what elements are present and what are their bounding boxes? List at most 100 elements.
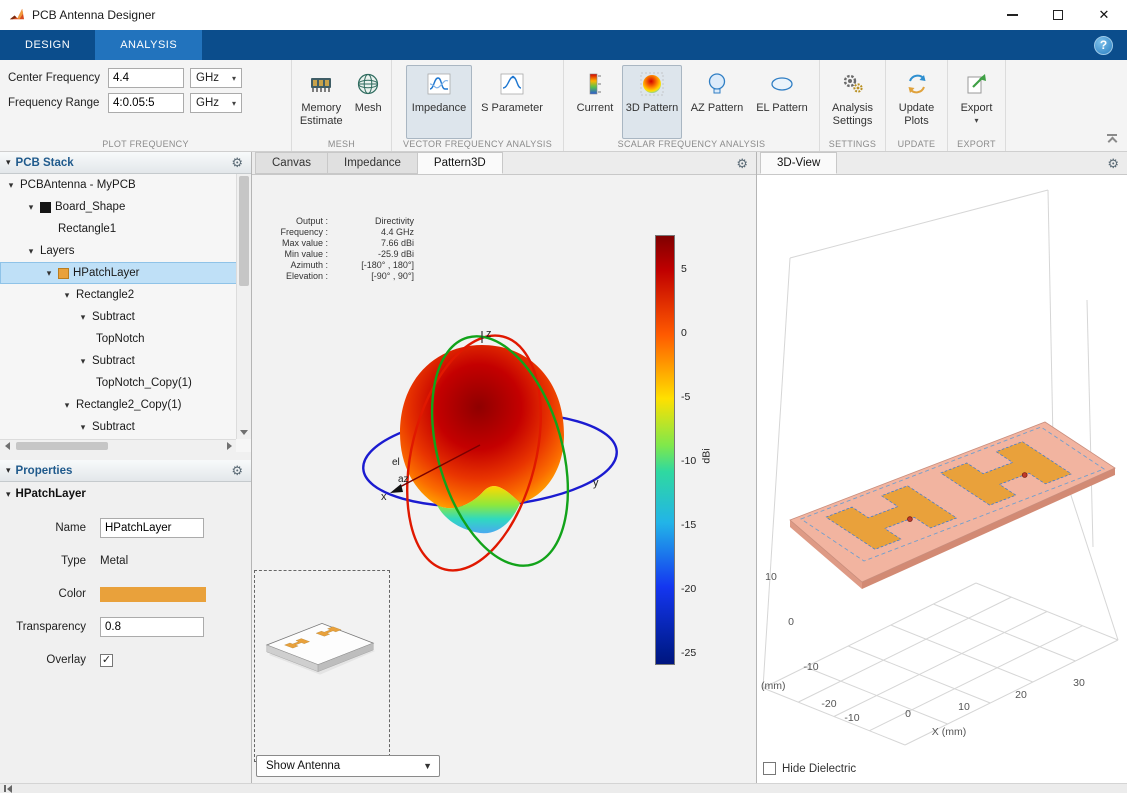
az-pattern-button[interactable]: AZ Pattern [685, 65, 749, 139]
center-frequency-label: Center Frequency [8, 72, 102, 84]
scroll-right-button[interactable] [222, 440, 236, 452]
update-plots-button[interactable]: Update Plots [891, 65, 943, 139]
main-area: ▾ PCB Stack ⚙ ▾ PCBAntenna - MyPCB ▾ Boa… [0, 152, 1127, 783]
hide-dielectric-control: Hide Dielectric [763, 762, 856, 775]
scroll-left-button[interactable] [0, 440, 14, 452]
tab-impedance[interactable]: Impedance [328, 152, 418, 174]
properties-title: Properties [16, 465, 73, 477]
section-mesh: Memory Estimate Mesh MESH [292, 60, 392, 151]
check-icon: ✓ [102, 655, 111, 666]
maximize-button[interactable] [1035, 0, 1081, 30]
collapse-ribbon-button[interactable] [1107, 134, 1117, 145]
show-antenna-dropdown[interactable]: Show Antenna ▼ [256, 755, 440, 777]
color-swatch[interactable] [100, 587, 206, 602]
tree-vertical-scrollbar[interactable] [236, 174, 251, 439]
tree-item-subtract-2[interactable]: ▾ Subtract [0, 350, 251, 372]
tree-horizontal-scrollbar[interactable] [0, 439, 236, 452]
tab-analysis[interactable]: ANALYSIS [95, 30, 202, 60]
caret-down-icon[interactable]: ▾ [26, 246, 36, 257]
y-tick-label: 0 [788, 616, 794, 628]
tree-item-subtract-3[interactable]: ▾ Subtract [0, 416, 251, 438]
center-frequency-input[interactable] [108, 68, 184, 88]
caret-down-icon[interactable]: ▾ [78, 356, 88, 367]
frequency-range-label: Frequency Range [8, 97, 102, 109]
tab-design[interactable]: DESIGN [0, 30, 95, 60]
el-pattern-button[interactable]: EL Pattern [752, 65, 812, 139]
transparency-input[interactable] [100, 617, 204, 637]
properties-layer-subheader[interactable]: ▾ HPatchLayer [0, 482, 251, 506]
center-frequency-unit-dropdown[interactable]: GHz ▾ [190, 68, 242, 88]
s-parameter-button[interactable]: S Parameter [475, 65, 549, 139]
export-button[interactable]: Export ▾ [953, 65, 1001, 139]
pattern3d-plot[interactable]: z x y el az [352, 323, 632, 593]
memory-estimate-button[interactable]: Memory Estimate [296, 65, 346, 139]
overlay-checkbox[interactable]: ✓ [100, 654, 113, 667]
caret-down-icon[interactable]: ▾ [44, 268, 54, 279]
section-export: Export ▾ EXPORT [948, 60, 1006, 151]
name-input[interactable] [100, 518, 204, 538]
window-title: PCB Antenna Designer [32, 8, 155, 22]
caret-down-icon[interactable]: ▾ [62, 290, 72, 301]
minimize-button[interactable] [989, 0, 1035, 30]
caret-down-icon[interactable]: ▾ [78, 422, 88, 433]
ribbon-filler [1006, 60, 1127, 151]
scroll-down-button[interactable] [237, 426, 251, 439]
tree-item-pcbantenna[interactable]: ▾ PCBAntenna - MyPCB [0, 174, 251, 196]
statusbar [0, 783, 1127, 793]
tab-canvas[interactable]: Canvas [255, 152, 328, 174]
colorbar-tick: -25 [681, 647, 696, 659]
tree-item-rectangle2[interactable]: ▾ Rectangle2 [0, 284, 251, 306]
window-controls: ✕ [989, 0, 1127, 30]
tree-item-layers[interactable]: ▾ Layers [0, 240, 251, 262]
mesh-button[interactable]: Mesh [349, 65, 387, 139]
gear-icon[interactable]: ⚙ [231, 464, 243, 477]
frequency-range-unit-dropdown[interactable]: GHz ▾ [190, 93, 242, 113]
tab-pattern3d[interactable]: Pattern3D [418, 152, 503, 174]
gear-icon[interactable]: ⚙ [231, 156, 243, 169]
tree-item-rectangle2-copy[interactable]: ▾ Rectangle2_Copy(1) [0, 394, 251, 416]
az-axis-label: az [398, 474, 409, 485]
tab-3d-view[interactable]: 3D-View [760, 152, 837, 174]
colorbar-tick: -15 [681, 519, 696, 531]
gear-icon[interactable]: ⚙ [1107, 157, 1119, 170]
section-label-vector: VECTOR FREQUENCY ANALYSIS [392, 139, 563, 149]
sidebar: ▾ PCB Stack ⚙ ▾ PCBAntenna - MyPCB ▾ Boa… [0, 152, 252, 783]
scrollbar-thumb[interactable] [16, 442, 108, 450]
caret-down-icon[interactable]: ▾ [6, 157, 11, 168]
gear-icon[interactable]: ⚙ [736, 157, 748, 170]
pattern3d-button[interactable]: 3D Pattern [622, 65, 682, 139]
chevron-down-icon: ▾ [232, 74, 236, 83]
tree-item-subtract-1[interactable]: ▾ Subtract [0, 306, 251, 328]
caret-down-icon[interactable]: ▾ [26, 202, 36, 213]
colorbar-tick: -5 [681, 391, 690, 403]
transparency-label: Transparency [0, 621, 100, 633]
tree-item-hpatchlayer[interactable]: ▾ HPatchLayer [0, 262, 251, 284]
caret-down-icon[interactable]: ▾ [78, 312, 88, 323]
tree-item-topnotch[interactable]: TopNotch [0, 328, 251, 350]
caret-down-icon[interactable]: ▾ [6, 465, 11, 476]
caret-down-icon[interactable]: ▾ [62, 400, 72, 411]
caret-down-icon: ▾ [6, 489, 11, 500]
scrollbar-thumb[interactable] [239, 176, 249, 286]
current-button[interactable]: Current [571, 65, 619, 139]
tree-item-rectangle1[interactable]: Rectangle1 [0, 218, 251, 240]
section-label-mesh: MESH [292, 139, 391, 149]
frequency-range-input[interactable] [108, 93, 184, 113]
tree-item-topnotch-copy[interactable]: TopNotch_Copy(1) [0, 372, 251, 394]
pcb-3d-plot[interactable]: 10 0 -10 -20 (mm) -10 0 10 20 30 X (mm) [757, 175, 1127, 783]
sidebar-divider [0, 452, 251, 460]
tree-item-board-shape[interactable]: ▾ Board_Shape [0, 196, 251, 218]
help-button[interactable]: ? [1094, 36, 1113, 55]
caret-down-icon[interactable]: ▾ [6, 180, 16, 191]
section-settings: Analysis Settings SETTINGS [820, 60, 886, 151]
tree-label: Subtract [92, 355, 135, 367]
hide-dielectric-checkbox[interactable] [763, 762, 776, 775]
close-button[interactable]: ✕ [1081, 0, 1127, 30]
colorbar-tick: 0 [681, 327, 687, 339]
type-label: Type [0, 555, 100, 567]
pattern3d-content: Output :Directivity Frequency :4.4 GHz M… [252, 175, 756, 783]
impedance-button[interactable]: Impedance [406, 65, 472, 139]
collapse-sidebar-button[interactable] [4, 785, 12, 793]
analysis-settings-button[interactable]: Analysis Settings [824, 65, 881, 139]
view3d-panel: 3D-View ⚙ [757, 152, 1127, 783]
